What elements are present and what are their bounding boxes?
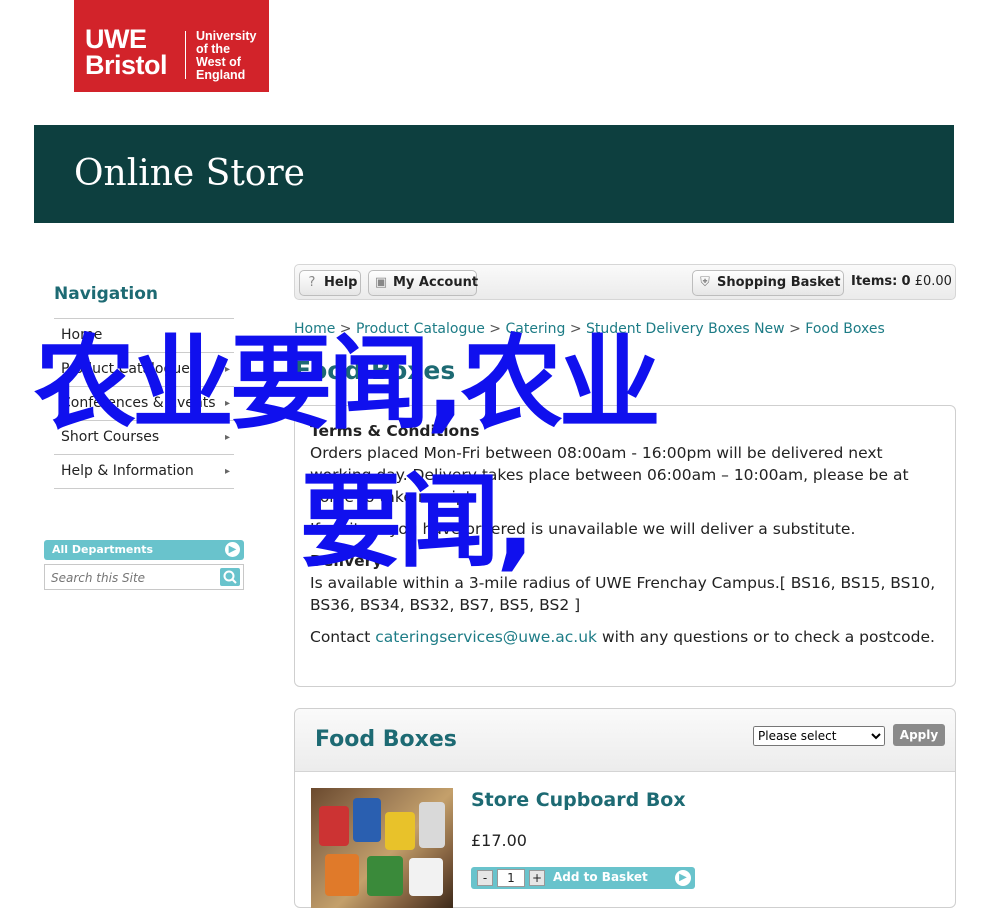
- product-image-detail: [419, 802, 445, 848]
- product-price: £17.00: [471, 831, 527, 850]
- product-image-detail: [325, 854, 359, 896]
- quantity-increase-button[interactable]: +: [529, 870, 545, 886]
- my-account-button[interactable]: ▣ My Account: [368, 270, 478, 296]
- basket-summary: Items: 0 £0.00: [851, 274, 952, 289]
- uwe-logo[interactable]: UWE Bristol University of the West of En…: [74, 0, 269, 92]
- quantity-input[interactable]: 1: [497, 869, 525, 887]
- nav-item-help-information[interactable]: Help & Information ▸: [54, 455, 234, 489]
- chevron-right-icon: ▶: [675, 870, 691, 886]
- account-toolbar: ? Help ▣ My Account ⛨ Shopping Basket Items…: [294, 264, 956, 300]
- breadcrumb-separator: >: [789, 321, 801, 337]
- logo-wordmark: UWE Bristol: [85, 24, 168, 80]
- overlay-watermark-line1: 农业要闻,农业: [34, 325, 661, 444]
- help-icon: ?: [308, 275, 316, 290]
- product-image-detail: [353, 798, 381, 842]
- lock-icon: ▣: [374, 275, 388, 290]
- overlay-watermark-line2: 要闻,: [300, 463, 535, 582]
- all-departments-label: All Departments: [52, 543, 154, 556]
- logo-divider: [185, 31, 186, 79]
- contact-text: Contact cateringservices@uwe.ac.uk with …: [310, 628, 935, 646]
- product-image-detail: [385, 812, 415, 850]
- quantity-decrease-button[interactable]: -: [477, 870, 493, 886]
- add-to-basket-button[interactable]: Add to Basket: [553, 870, 648, 884]
- search-icon: [223, 570, 237, 584]
- product-image[interactable]: [311, 788, 453, 908]
- food-boxes-header: Food Boxes Please select Apply: [295, 709, 955, 772]
- chevron-right-icon: ▶: [225, 542, 240, 557]
- basket-icon: ⛨: [700, 275, 710, 290]
- product-image-detail: [367, 856, 403, 896]
- search-button[interactable]: [220, 568, 240, 586]
- banner-title: Online Store: [74, 153, 305, 194]
- all-departments-dropdown[interactable]: All Departments ▶: [44, 540, 244, 560]
- apply-button[interactable]: Apply: [893, 724, 945, 746]
- chevron-right-icon: ▸: [224, 466, 230, 477]
- add-to-basket-control: - 1 + Add to Basket ▶: [471, 867, 695, 889]
- nav-heading: Navigation: [54, 284, 158, 304]
- product-image-detail: [409, 858, 443, 896]
- help-button[interactable]: ? Help: [299, 270, 361, 296]
- logo-university-text: University of the West of England: [196, 29, 257, 82]
- breadcrumb-food-boxes[interactable]: Food Boxes: [805, 321, 885, 337]
- product-name[interactable]: Store Cupboard Box: [471, 789, 686, 811]
- search-input[interactable]: [49, 568, 221, 588]
- product-image-detail: [319, 806, 349, 846]
- catering-email-link[interactable]: cateringservices@uwe.ac.uk: [375, 628, 597, 646]
- store-banner: Online Store: [34, 125, 954, 223]
- shopping-basket-button[interactable]: ⛨ Shopping Basket: [692, 270, 844, 296]
- sort-select[interactable]: Please select: [753, 726, 885, 746]
- site-search: [44, 564, 244, 590]
- food-boxes-panel: Food Boxes Please select Apply Store Cup…: [294, 708, 956, 908]
- food-boxes-title: Food Boxes: [315, 727, 457, 752]
